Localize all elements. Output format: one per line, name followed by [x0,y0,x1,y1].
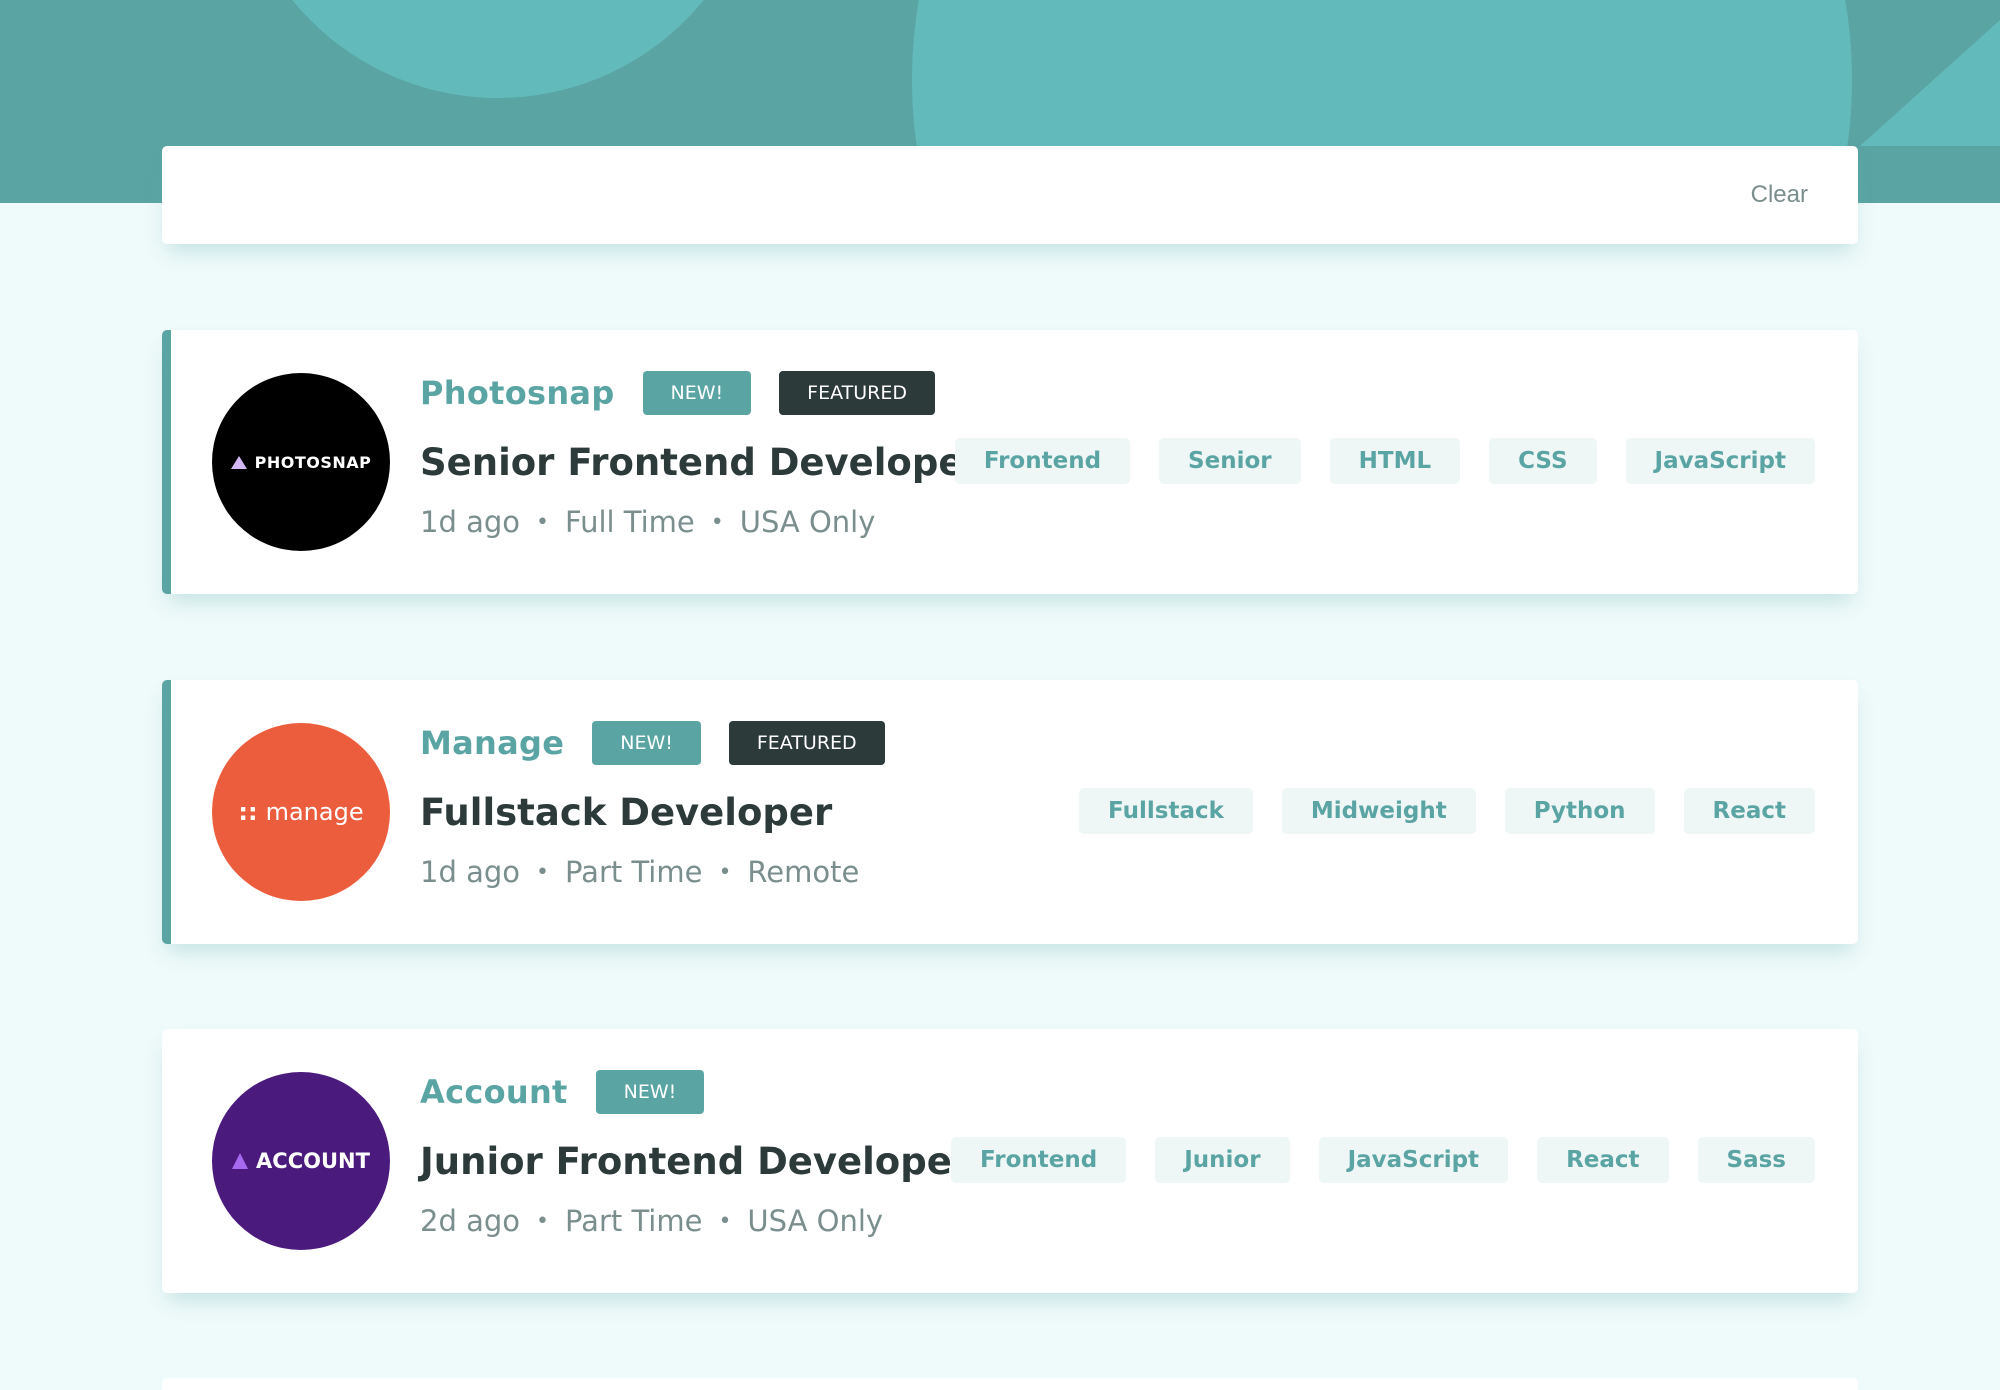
job-position-link[interactable]: Junior Frontend Developer [420,1136,970,1188]
separator-dot-icon: • [536,859,549,885]
new-badge: NEW! [642,371,752,415]
contract-type: Part Time [564,855,703,889]
separator-dot-icon: • [718,1208,732,1234]
clear-filters-button[interactable]: Clear [1751,181,1808,209]
tag-javascript[interactable]: JavaScript [1318,1137,1509,1183]
job-tags: Fullstack Midweight Python React [1079,788,1815,834]
tag-frontend[interactable]: Frontend [954,438,1131,484]
tag-frontend[interactable]: Frontend [951,1137,1127,1183]
company-logo-account: ACCOUNT [212,1072,390,1250]
job-position-link[interactable]: Fullstack Developer [420,787,913,839]
job-card-photosnap: PHOTOSNAP Photosnap NEW! FEATURED Senior… [162,330,1858,594]
job-location: USA Only [739,505,876,539]
tag-sass[interactable]: Sass [1697,1137,1815,1183]
tag-midweight[interactable]: Midweight [1281,788,1476,834]
manage-logo-icon: :: [238,798,258,826]
job-tags: Frontend Senior HTML CSS JavaScript [954,438,1815,484]
tag-css[interactable]: CSS [1489,438,1597,484]
new-badge: NEW! [595,1070,705,1114]
company-name: Photosnap [420,374,615,412]
filter-bar: Clear [162,146,1858,244]
featured-badge: FEATURED [779,371,935,415]
separator-dot-icon: • [536,1208,549,1234]
posted-at: 2d ago [420,1204,520,1238]
job-location: USA Only [747,1204,884,1238]
job-meta: 2d ago • Part Time • USA Only [420,1204,970,1238]
account-logo-icon [232,1153,249,1169]
job-position-link[interactable]: Senior Frontend Developer [420,437,982,489]
logo-text: PHOTOSNAP [254,452,372,472]
logo-text: manage [265,798,364,826]
logo-text: ACCOUNT [256,1149,370,1173]
tag-junior[interactable]: Junior [1155,1137,1290,1183]
contract-type: Part Time [564,1204,703,1238]
separator-dot-icon: • [710,509,724,535]
tag-javascript[interactable]: JavaScript [1625,438,1815,484]
featured-badge: FEATURED [728,721,885,765]
company-name: Manage [420,724,565,762]
job-card-partial [162,1378,1858,1390]
tag-react[interactable]: React [1537,1137,1669,1183]
posted-at: 1d ago [420,855,520,889]
tag-senior[interactable]: Senior [1159,438,1301,484]
job-card-manage: :: manage Manage NEW! FEATURED Fullstack… [162,680,1858,944]
separator-dot-icon: • [536,509,549,535]
job-card-account: ACCOUNT Account NEW! Junior Frontend Dev… [162,1029,1858,1293]
job-info: Manage NEW! FEATURED Fullstack Developer… [420,717,913,889]
job-info: Account NEW! Junior Frontend Developer 2… [420,1066,970,1238]
tag-react[interactable]: React [1683,788,1815,834]
photosnap-logo-icon [230,455,247,469]
tag-python[interactable]: Python [1504,788,1655,834]
company-logo-manage: :: manage [212,723,390,901]
posted-at: 1d ago [420,505,520,539]
tag-html[interactable]: HTML [1329,438,1461,484]
page: Clear PHOTOSNAP Photosnap NEW! FEATURED … [0,0,2000,1390]
tag-fullstack[interactable]: Fullstack [1079,788,1253,834]
job-meta: 1d ago • Full Time • USA Only [420,505,982,539]
job-tags: Frontend Junior JavaScript React Sass [951,1137,1815,1183]
job-info: Photosnap NEW! FEATURED Senior Frontend … [420,367,982,539]
contract-type: Full Time [564,505,695,539]
separator-dot-icon: • [718,859,732,885]
company-name: Account [420,1073,568,1111]
company-logo-photosnap: PHOTOSNAP [212,373,390,551]
new-badge: NEW! [592,721,701,765]
job-location: Remote [747,855,860,889]
job-meta: 1d ago • Part Time • Remote [420,855,913,889]
